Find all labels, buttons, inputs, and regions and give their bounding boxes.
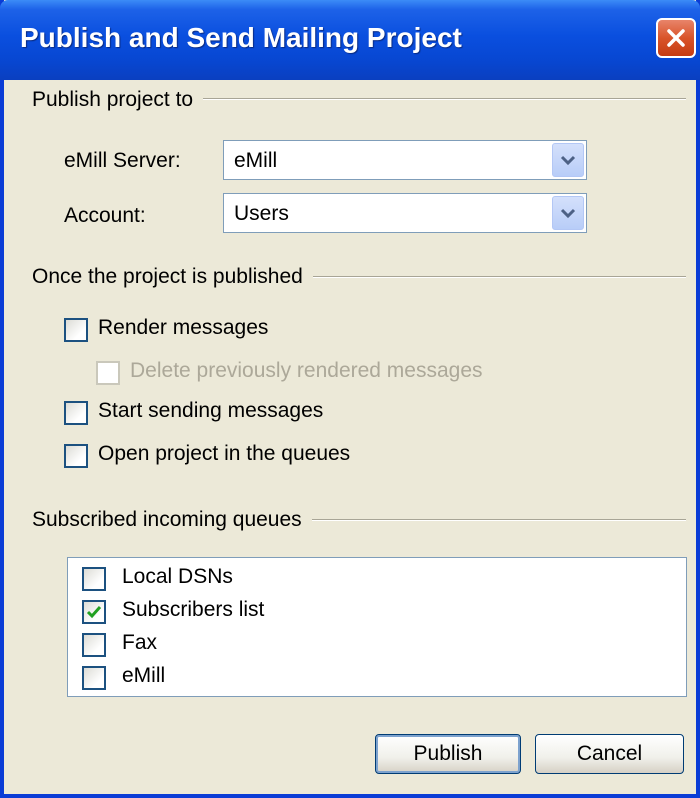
fax-checkbox[interactable] (82, 633, 106, 657)
window-title: Publish and Send Mailing Project (20, 22, 462, 53)
start-sending-box[interactable] (64, 401, 88, 425)
server-dropdown-button[interactable] (552, 143, 584, 177)
server-select-value: eMill (234, 149, 278, 172)
server-label: eMill Server: (64, 149, 181, 172)
account-dropdown-button[interactable] (552, 196, 584, 230)
queues-list[interactable]: Local DSNs Subscribers list Fax eMill (67, 557, 687, 697)
delete-rendered-label: Delete previously rendered messages (130, 359, 483, 382)
dialog-window: Publish and Send Mailing Project Publish… (0, 0, 700, 798)
server-select[interactable]: eMill (223, 140, 587, 180)
publish-group-label: Publish project to (32, 88, 204, 112)
queues-group-label: Subscribed incoming queues (32, 508, 312, 532)
emill-queue-checkbox[interactable] (82, 666, 106, 690)
account-select-value: Users (234, 202, 289, 225)
subscribers-list-label: Subscribers list (122, 598, 265, 621)
render-messages-box[interactable] (64, 318, 88, 342)
title-bar[interactable]: Publish and Send Mailing Project (0, 0, 700, 80)
fax-label: Fax (122, 631, 158, 654)
chevron-down-icon (560, 208, 576, 219)
publish-button[interactable]: Publish (375, 734, 521, 774)
open-in-queues-box[interactable] (64, 444, 88, 468)
chevron-down-icon (560, 155, 576, 166)
local-dsns-label: Local DSNs (122, 565, 233, 588)
render-messages-label: Render messages (98, 316, 269, 339)
close-button[interactable] (656, 18, 696, 58)
subscribers-list-checkbox[interactable] (82, 600, 106, 624)
account-label: Account: (64, 204, 146, 227)
cancel-button[interactable]: Cancel (535, 734, 684, 774)
account-select[interactable]: Users (223, 193, 587, 233)
after-publish-group-label: Once the project is published (32, 265, 313, 289)
delete-rendered-box (96, 361, 120, 385)
emill-queue-label: eMill (122, 664, 166, 687)
start-sending-label: Start sending messages (98, 399, 324, 422)
local-dsns-checkbox[interactable] (82, 567, 106, 591)
check-mark-icon (86, 606, 102, 619)
close-icon (667, 29, 685, 47)
open-in-queues-label: Open project in the queues (98, 442, 351, 465)
